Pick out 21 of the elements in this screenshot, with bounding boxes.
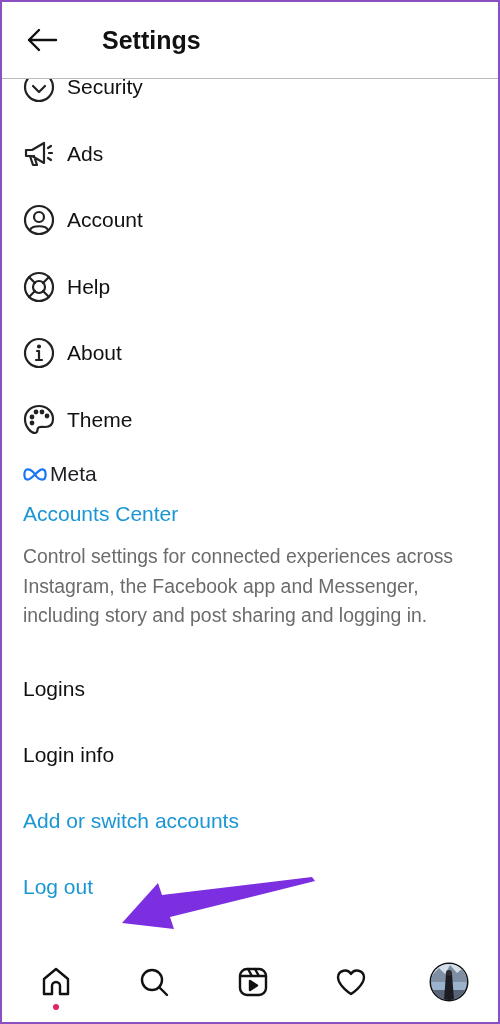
person-circle-icon xyxy=(23,204,55,237)
menu-item-label[interactable]: Ads xyxy=(67,141,104,166)
login-item[interactable]: Login info xyxy=(23,742,115,767)
menu-item-label[interactable]: Theme xyxy=(67,407,133,432)
search-icon[interactable] xyxy=(138,966,171,998)
page-title: Settings xyxy=(102,25,201,55)
lifebuoy-icon xyxy=(23,270,55,303)
section-heading: Logins xyxy=(23,676,86,701)
info-icon xyxy=(23,337,55,370)
video-reel-icon[interactable] xyxy=(236,966,269,998)
menu-item-label[interactable]: About xyxy=(67,341,122,366)
heart-icon[interactable] xyxy=(334,966,367,998)
menu-item-label[interactable]: Account xyxy=(67,208,143,233)
menu-item-label[interactable]: Help xyxy=(67,274,111,299)
palette-icon xyxy=(23,403,55,436)
home-icon[interactable] xyxy=(40,966,72,998)
brand-name: Meta xyxy=(50,462,97,486)
infinity-logo-icon xyxy=(23,467,47,481)
description-text: Control settings for connected experiences across Instagram, the Facebook app and Messenger, including story and post sharing and logging in. xyxy=(23,544,455,628)
menu-item-label[interactable]: Security xyxy=(67,79,143,100)
back-arrow-icon[interactable] xyxy=(26,28,58,52)
